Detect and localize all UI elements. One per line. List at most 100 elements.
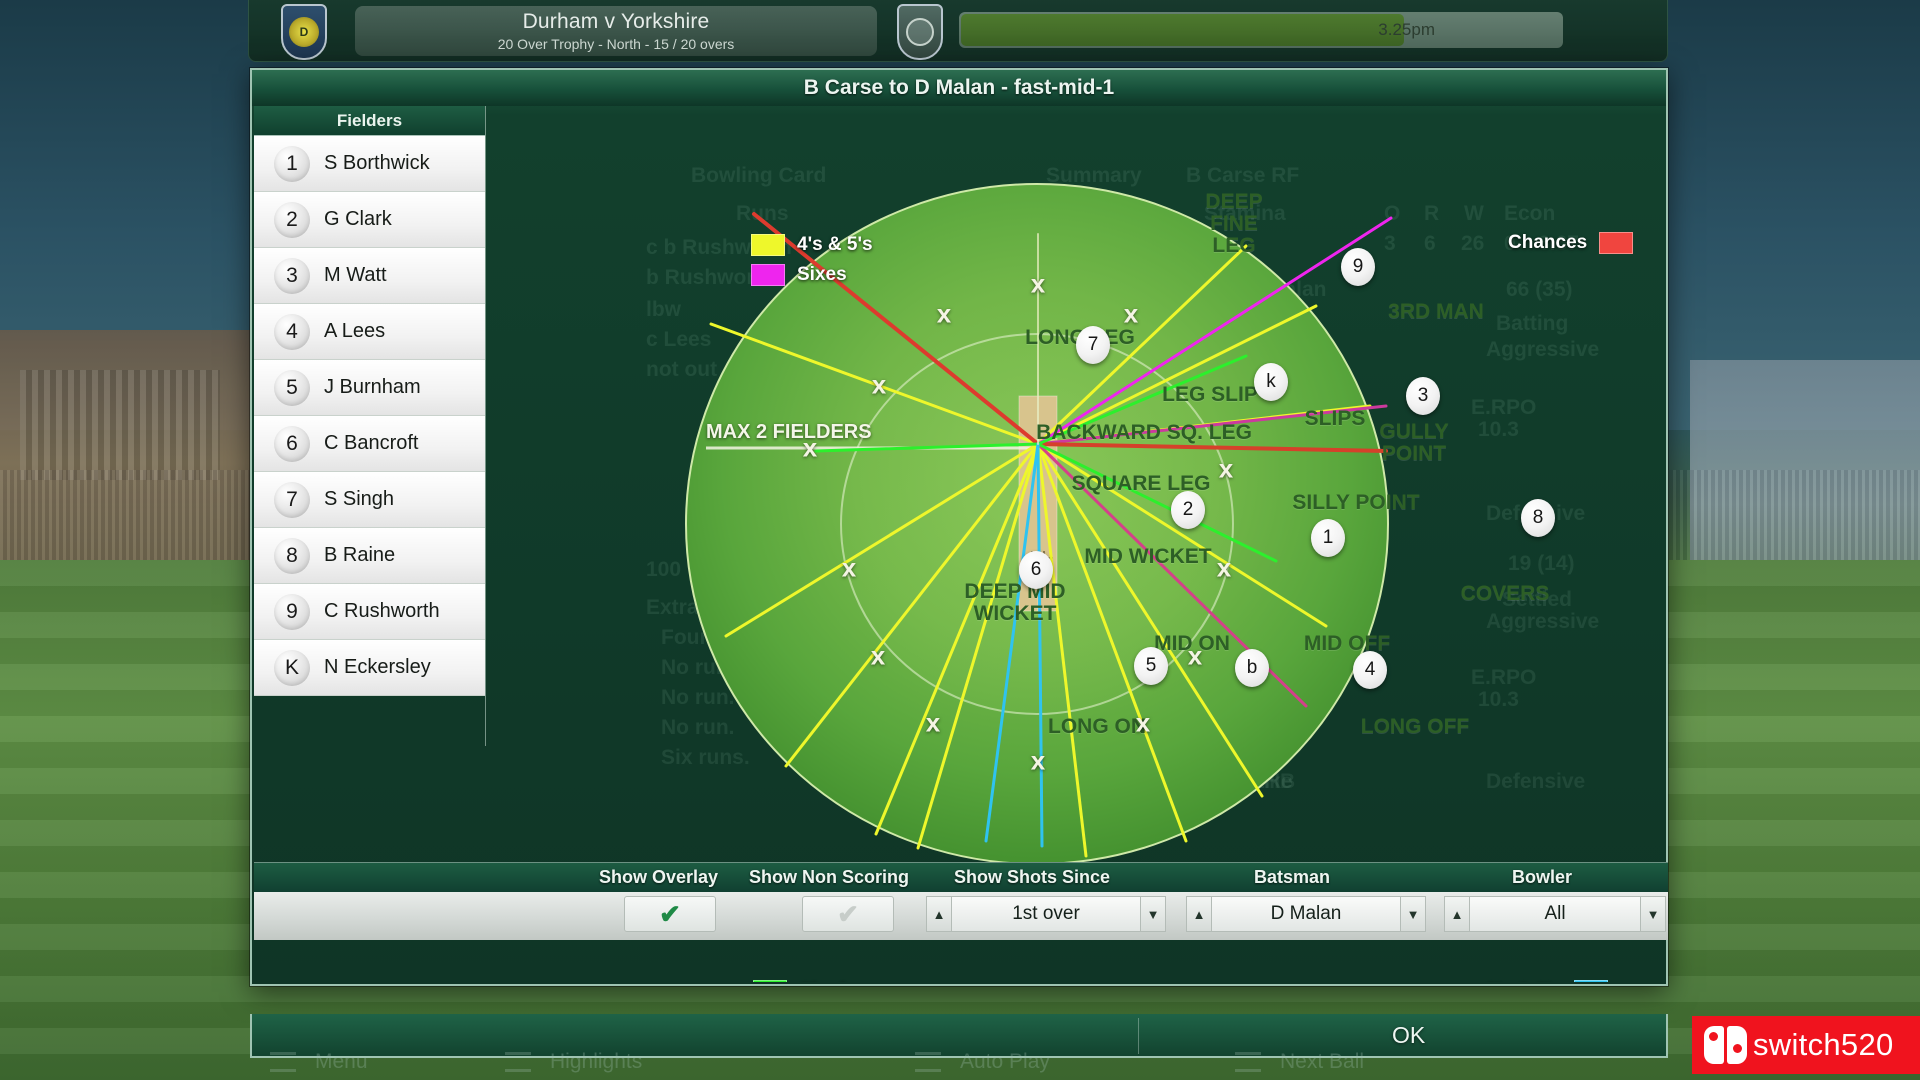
legend-sixes-label: Sixes (797, 264, 847, 285)
shot-x-marker: x (870, 640, 886, 671)
fielder-number: 6 (274, 425, 310, 462)
fielder-row[interactable]: K N Eckersley (254, 640, 485, 696)
fielder-row[interactable]: 4 A Lees (254, 304, 485, 360)
fielder-number: 4 (274, 313, 310, 350)
shot-x-marker: x (925, 707, 941, 738)
fielder-name: J Burnham (324, 376, 421, 398)
fielder-name: G Clark (324, 208, 392, 230)
legend-singles-label: Singles (799, 980, 867, 982)
fielder-marker[interactable]: 4 (1353, 651, 1387, 689)
max-fielders-note: MAX 2 FIELDERS (706, 421, 872, 443)
show-shots-since-spinner[interactable]: ▲ 1st over ▼ (926, 896, 1166, 932)
home-team-crest-icon: D (281, 4, 327, 60)
view-controls-body: ✔ ✔ ▲ 1st over ▼ ▲ D Malan ▼ ▲ All ▼ (254, 892, 1668, 940)
fielder-number: 5 (274, 369, 310, 406)
legend-sixes: Sixes (751, 264, 847, 286)
legend-chances-label: Chances (1508, 232, 1588, 253)
wagon-wheel-dialog: B Carse to D Malan - fast-mid-1 Fielders… (250, 68, 1668, 986)
fielder-marker[interactable]: 1 (1311, 519, 1345, 557)
legend-fours-label: 4's & 5's (797, 234, 873, 255)
bowler-value[interactable]: All (1470, 896, 1640, 932)
match-header: D Durham v Yorkshire 20 Over Trophy - No… (248, 0, 1668, 62)
field-position-label: LEG SLIP (1162, 382, 1258, 406)
highlights-icon (505, 1052, 531, 1072)
batsman-down-icon[interactable]: ▼ (1400, 896, 1426, 932)
fielder-number: 1 (274, 145, 310, 182)
shot-x-marker: x (1030, 745, 1046, 776)
legend-twos-threes: 2's & 3's (1486, 980, 1608, 982)
batsman-spinner[interactable]: ▲ D Malan ▼ (1186, 896, 1426, 932)
shots-since-up-icon[interactable]: ▲ (926, 896, 952, 932)
shots-since-down-icon[interactable]: ▼ (1140, 896, 1166, 932)
shot-x-marker: x (1030, 268, 1046, 299)
fielder-marker[interactable]: 5 (1134, 647, 1168, 685)
fielder-marker[interactable]: k (1254, 363, 1288, 401)
match-info-panel: Durham v Yorkshire 20 Over Trophy - Nort… (355, 6, 877, 56)
check-icon: ✔ (659, 898, 681, 929)
next-ball-icon (1235, 1052, 1261, 1072)
ok-button[interactable]: OK (1392, 1022, 1425, 1049)
legend-twos-threes-label: 2's & 3's (1486, 980, 1562, 982)
legend-twos-threes-swatch (1573, 980, 1608, 982)
field-position-label: LONG OFF (1360, 714, 1470, 738)
fielder-marker[interactable]: 2 (1171, 491, 1205, 529)
match-subtitle: 20 Over Trophy - North - 15 / 20 overs (497, 36, 735, 52)
field-position-label: DEEP FINE LEG (1205, 189, 1263, 258)
fielder-row[interactable]: 1 S Borthwick (254, 136, 485, 192)
field-diagram[interactable]: Bowling Card Summary B Carse RF Runs Stamina… (486, 106, 1668, 982)
fielder-name: A Lees (324, 320, 386, 342)
legend-singles: Singles (753, 980, 867, 982)
fielder-marker[interactable]: 7 (1076, 326, 1110, 364)
field-position-label: GULLY POINT (1379, 419, 1449, 465)
fielder-name: N Eckersley (324, 656, 431, 678)
fielder-marker[interactable]: 9 (1341, 248, 1375, 286)
fielder-name: C Bancroft (324, 432, 419, 454)
show-overlay-label: Show Overlay (599, 867, 719, 887)
legend-chances-swatch (1599, 232, 1634, 254)
field-position-label: SLIPS (1304, 406, 1366, 430)
fielder-row[interactable]: 6 C Bancroft (254, 416, 485, 472)
field-position-label: SILLY POINT (1292, 490, 1420, 514)
menu-icon (270, 1052, 296, 1072)
bowler-down-icon[interactable]: ▼ (1640, 896, 1666, 932)
fielder-marker[interactable]: 8 (1521, 499, 1555, 537)
field-position-label: MID WICKET (1084, 544, 1212, 568)
fielder-row[interactable]: 2 G Clark (254, 192, 485, 248)
fielder-row[interactable]: 7 S Singh (254, 472, 485, 528)
shots-since-value[interactable]: 1st over (952, 896, 1140, 932)
bottom-menu-item[interactable]: Highlights (550, 1050, 642, 1074)
batsman-value[interactable]: D Malan (1212, 896, 1400, 932)
show-overlay-checkbox[interactable]: ✔ (624, 896, 716, 932)
fielder-name: M Watt (324, 264, 387, 286)
fielder-number: 7 (274, 481, 310, 518)
bottom-menu-item[interactable]: Menu (315, 1050, 368, 1074)
fielder-marker[interactable]: b (1235, 649, 1269, 687)
bowler-up-icon[interactable]: ▲ (1444, 896, 1470, 932)
fielder-row[interactable]: 3 M Watt (254, 248, 485, 304)
field-position-label: BACKWARD SQ. LEG (1036, 420, 1252, 444)
bottom-menu-item[interactable]: Next Ball (1280, 1050, 1364, 1074)
field-position-label: COVERS (1460, 581, 1550, 605)
shot-x-marker: x (1187, 640, 1203, 671)
show-non-scoring-checkbox[interactable]: ✔ (802, 896, 894, 932)
bottom-menu-bar: Menu Highlights Auto Play Next Ball (260, 1046, 1660, 1080)
session-time: 3.25pm (1378, 20, 1435, 39)
fielders-list: 1 S Borthwick 2 G Clark 3 M Watt 4 A Lees 5 J Bur… (254, 136, 485, 696)
bottom-menu-item[interactable]: Auto Play (960, 1050, 1050, 1074)
legend-chances: Chances (1508, 232, 1634, 254)
away-team-crest-icon (897, 4, 943, 60)
field-position-label: 3RD MAN (1388, 299, 1484, 323)
fielder-row[interactable]: 5 J Burnham (254, 360, 485, 416)
fielder-row[interactable]: 8 B Raine (254, 528, 485, 584)
fielder-row[interactable]: 9 C Rushworth (254, 584, 485, 640)
wagon-wheel-svg (685, 183, 1393, 865)
shot-x-marker: x (871, 369, 887, 400)
fielder-marker[interactable]: 3 (1406, 377, 1440, 415)
bowler-label: Bowler (1512, 867, 1573, 887)
fielder-marker[interactable]: 6 (1019, 551, 1053, 589)
batsman-up-icon[interactable]: ▲ (1186, 896, 1212, 932)
bowler-spinner[interactable]: ▲ All ▼ (1444, 896, 1666, 932)
field-position-label: DEEP MID WICKET (964, 579, 1066, 625)
fielders-header: Fielders (254, 106, 485, 136)
view-controls: Show Overlay Show Non Scoring Show Shots… (254, 862, 1668, 940)
